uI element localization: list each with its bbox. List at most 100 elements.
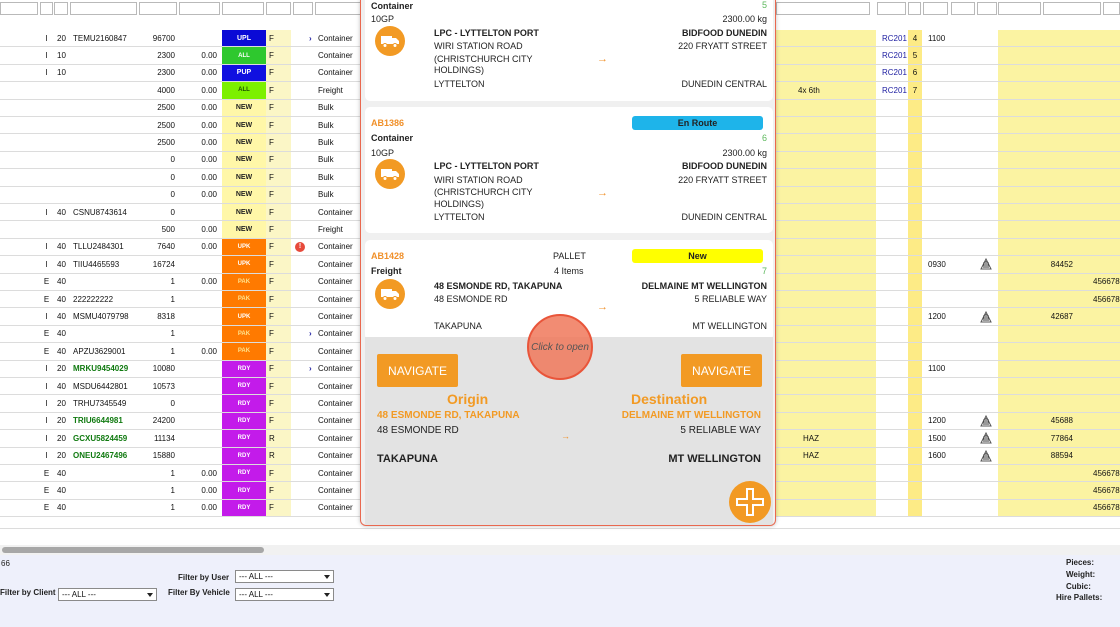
reference-cell [879,239,908,255]
truck-icon [375,26,405,56]
row-fill [776,117,876,134]
status-badge: RDY [222,395,266,412]
column-header[interactable] [951,2,975,15]
size-cell [54,187,69,203]
booking-cell [1000,152,1077,168]
column-header[interactable] [266,2,291,15]
filter-vehicle-select[interactable]: --- ALL --- [235,588,334,601]
weight-cell: 96700 [152,33,175,43]
size-cell [54,221,69,237]
time-cell: 1200 [928,416,946,426]
value-cell: 0.00 [201,138,217,148]
destination-address: 5 RELIABLE WAY [694,294,767,304]
origin-address-2: (CHRISTCHURCH CITY [434,187,533,197]
destination-city: DUNEDIN CENTRAL [681,212,767,222]
column-header[interactable] [222,2,264,15]
click-to-open-hint[interactable]: Click to open [527,314,593,380]
status-badge: UPK [222,238,266,256]
size-cell: 40 [57,346,66,356]
horizontal-scrollbar[interactable] [0,545,1120,555]
status-badge: UPK [222,256,266,273]
direction-cell: E [43,294,50,304]
column-header[interactable] [40,2,53,15]
column-header[interactable] [0,2,38,15]
sequence-cell: 7 [912,85,918,95]
column-header[interactable] [923,2,948,15]
column-header[interactable] [293,2,313,15]
size-cell: 40 [57,381,66,391]
size-cell [54,117,69,133]
sequence-cell [908,308,922,324]
direction-cell [40,169,53,185]
flag-cell: F [266,117,291,134]
sequence-cell [908,291,922,307]
booking-cell [1000,343,1077,359]
alert-icon: ! [295,241,305,252]
reference-cell [879,187,908,203]
column-header[interactable] [908,2,921,15]
arrow-right-icon: → [597,187,608,199]
type-cell: Container [318,294,353,304]
booking-cell [1000,117,1077,133]
add-job-button[interactable] [729,481,771,523]
direction-cell: I [45,451,48,461]
sequence-cell [908,239,922,255]
code-cell [1090,395,1120,411]
value-cell: 0.00 [201,486,217,496]
code-cell [1090,239,1120,255]
destination-city: MT WELLINGTON [668,453,761,465]
flag-cell: F [266,47,291,64]
code-cell [1090,152,1120,168]
column-header[interactable] [70,2,137,15]
flag-cell: F [266,134,291,151]
reference-cell [879,395,908,411]
chevron-right-icon[interactable]: › [309,326,314,342]
alert-cell[interactable]: ! [295,239,307,255]
time-cell: 1200 [928,312,946,322]
column-header[interactable] [998,2,1041,15]
weight-cell: 2500 [157,103,175,113]
column-header[interactable] [139,2,177,15]
container-number-cell [70,117,138,133]
time-cell [925,100,950,116]
job-card[interactable]: Container 5 10GP 2300.00 kg LPC - LYTTEL… [365,0,773,101]
sequence-cell [908,204,922,220]
filter-client-label: Filter by Client [0,588,56,597]
sequence-cell [908,482,922,498]
container-number-cell [70,134,138,150]
scrollbar-thumb[interactable] [2,547,264,553]
column-header[interactable] [1103,2,1120,15]
time-cell [925,291,950,307]
column-header[interactable] [315,2,363,15]
weight-cell: 0 [170,172,175,182]
navigate-destination-button[interactable]: NAVIGATE [681,354,762,387]
value-cell [179,256,221,272]
code-cell [1090,117,1120,133]
job-card[interactable]: AB1386 En Route Container 6 10GP 2300.00… [365,107,773,233]
origin-address: 48 ESMONDE RD [434,294,508,304]
filter-user-select[interactable]: --- ALL --- [235,570,334,583]
booking-cell [1000,82,1077,98]
status-badge: NEW [222,151,266,169]
flag-cell: F [266,221,291,238]
column-header[interactable] [1043,2,1101,15]
filter-client-select[interactable]: --- ALL --- [58,588,157,601]
navigate-origin-button[interactable]: NAVIGATE [377,354,458,387]
column-header[interactable] [179,2,220,15]
column-header[interactable] [776,2,870,15]
chevron-right-icon[interactable]: › [309,30,314,46]
type-cell: Container [318,433,353,443]
job-type: Container [371,1,414,11]
container-number-cell: APZU3629001 [73,346,126,356]
chevron-right-icon[interactable]: › [309,361,314,377]
origin-city: TAKAPUNA [434,321,482,331]
row-fill [776,412,876,430]
type-cell: Container [318,399,353,409]
column-header[interactable] [977,2,997,15]
column-header[interactable] [54,2,68,15]
sequence-cell [908,117,922,133]
origin-heading: Origin [447,391,489,407]
time-cell [925,378,950,394]
direction-cell [40,187,53,203]
column-header[interactable] [877,2,906,15]
